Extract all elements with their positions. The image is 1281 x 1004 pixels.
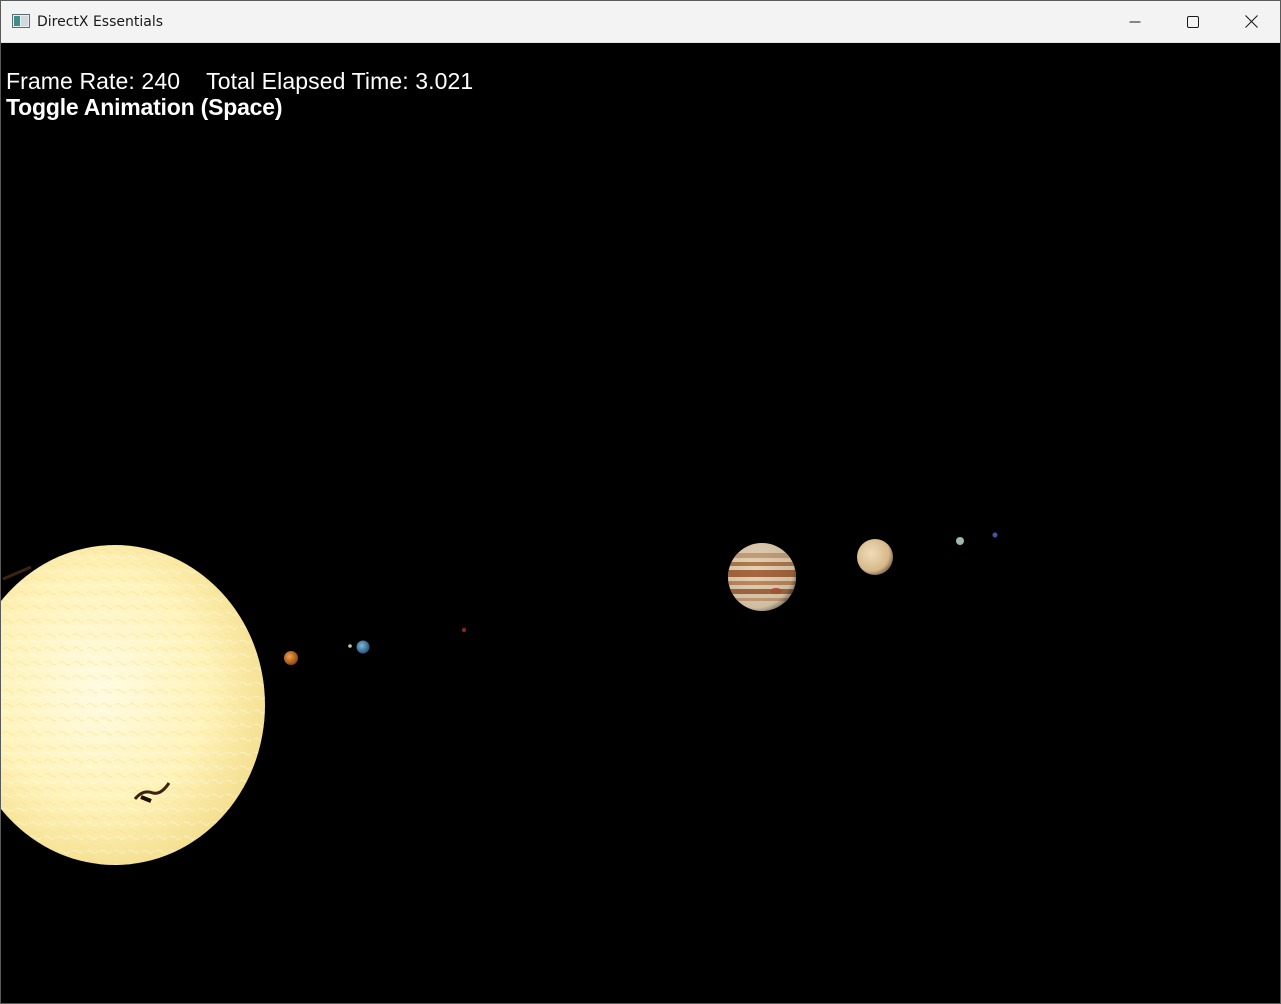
planet-venus <box>348 644 352 648</box>
maximize-button[interactable] <box>1164 1 1222 42</box>
app-window: DirectX Essentials Frame Rate: 240 Total… <box>0 0 1281 1004</box>
planet-saturn <box>857 539 893 575</box>
close-button[interactable] <box>1222 1 1280 42</box>
planet-mars <box>462 628 466 632</box>
title-bar[interactable]: DirectX Essentials <box>1 1 1280 43</box>
solar-system-scene <box>1 532 998 865</box>
minimize-icon <box>1129 21 1141 22</box>
planet-earth <box>356 640 370 654</box>
elapsed-time-label: Total Elapsed Time: <box>206 68 409 94</box>
render-viewport[interactable]: Frame Rate: 240 Total Elapsed Time: 3.021… <box>1 43 1280 1003</box>
sun-body <box>1 545 265 865</box>
toggle-animation-hint: Toggle Animation (Space) <box>6 94 283 120</box>
elapsed-time-value: 3.021 <box>415 68 474 94</box>
planet-uranus <box>956 537 964 545</box>
frame-rate-value: 240 <box>141 68 181 94</box>
planet-neptune <box>992 532 998 538</box>
planet-mercury <box>284 651 298 665</box>
planet-jupiter <box>728 543 796 611</box>
frame-rate-label: Frame Rate: <box>6 68 135 94</box>
window-title: DirectX Essentials <box>37 14 164 30</box>
minimize-button[interactable] <box>1106 1 1164 42</box>
hud-stats-line: Frame Rate: 240 Total Elapsed Time: 3.021 <box>6 68 473 95</box>
close-icon <box>1244 15 1258 28</box>
app-window-icon <box>12 14 30 28</box>
maximize-icon <box>1187 15 1199 28</box>
